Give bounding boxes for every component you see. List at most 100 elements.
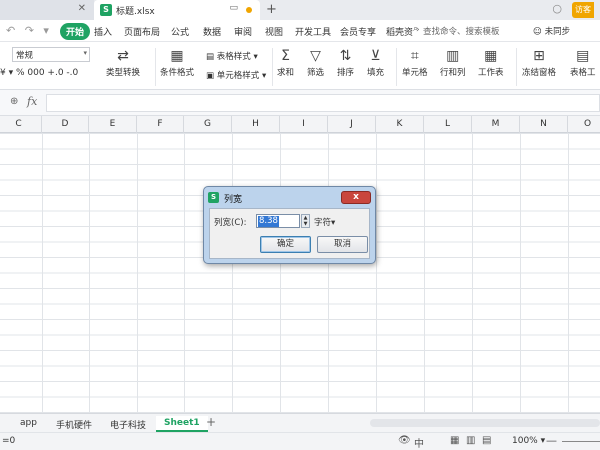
formula-bar: ⊕ fx xyxy=(0,90,600,116)
grid-line xyxy=(520,133,521,413)
column-header[interactable]: H xyxy=(232,116,280,133)
grid-line xyxy=(568,133,569,413)
column-header[interactable]: L xyxy=(424,116,472,133)
monitor-icon[interactable]: ▭ xyxy=(229,3,238,13)
convert-icon: ⇄ xyxy=(117,48,129,64)
unit-select[interactable]: 字符▾ xyxy=(314,216,335,228)
divider xyxy=(396,48,397,86)
grid-line xyxy=(184,133,185,413)
number-format-select[interactable]: 常规 ▾ xyxy=(12,47,90,62)
normal-view-icon[interactable]: ▦ xyxy=(450,435,459,446)
tab-page-layout[interactable]: 页面布局 xyxy=(124,25,160,38)
sum-button[interactable]: Σ 求和 xyxy=(277,48,294,78)
cell-grid[interactable] xyxy=(0,133,600,413)
table-tools-icon: ▤ xyxy=(576,48,590,64)
column-header[interactable]: E xyxy=(89,116,137,133)
close-button[interactable]: x xyxy=(341,191,371,204)
tab-developer[interactable]: 开发工具 xyxy=(295,25,331,38)
tab-formulas[interactable]: 公式 xyxy=(171,25,189,38)
close-tab-icon[interactable]: ✕ xyxy=(78,3,86,14)
sync-status[interactable]: ☺ 未同步 xyxy=(533,25,570,37)
sheet-tab[interactable]: app xyxy=(20,418,37,428)
zoom-out-button[interactable]: — xyxy=(546,434,557,447)
notification-icon[interactable]: ○ xyxy=(552,2,562,15)
search-icon: ⌕ xyxy=(413,24,419,34)
cell-button[interactable]: ⌗ 单元格 xyxy=(402,48,428,78)
column-header[interactable]: K xyxy=(376,116,424,133)
column-header[interactable]: C xyxy=(0,116,42,133)
column-header[interactable]: I xyxy=(280,116,328,133)
tab-view[interactable]: 视图 xyxy=(265,25,283,38)
grid-line xyxy=(280,133,281,413)
column-header[interactable]: J xyxy=(328,116,376,133)
grid-icon: ▦ xyxy=(170,48,184,64)
status-text: =0 xyxy=(2,436,16,446)
tab-data[interactable]: 数据 xyxy=(203,25,221,38)
row-col-button[interactable]: ▥ 行和列 xyxy=(440,48,466,78)
freeze-panes-button[interactable]: ⊞ 冻结窗格 xyxy=(522,48,556,78)
tab-review[interactable]: 审阅 xyxy=(234,25,252,38)
command-search[interactable]: ⌕ 查找命令、搜索模板 xyxy=(413,23,525,39)
column-width-input[interactable]: 8.38 xyxy=(256,214,300,228)
new-tab-button[interactable]: + xyxy=(266,2,277,17)
divider xyxy=(516,48,517,86)
fill-button[interactable]: ⊻ 填充 xyxy=(367,48,384,78)
worksheet-button[interactable]: ▦ 工作表 xyxy=(478,48,504,78)
cell-style-button[interactable]: ▣ 单元格样式 ▾ xyxy=(206,69,266,81)
worksheet-icon: ▦ xyxy=(484,48,498,64)
zoom-icon[interactable]: ⊕ xyxy=(10,96,18,107)
formula-input[interactable] xyxy=(46,94,600,112)
eye-protection-icon[interactable]: 👁 xyxy=(398,435,411,446)
ribbon-tab-row: ↶ ↷ ▾ 开始 插入 页面布局 公式 数据 审阅 视图 开发工具 会员专享 稻… xyxy=(0,20,600,42)
fx-icon[interactable]: fx xyxy=(27,95,37,108)
column-width-value: 8.38 xyxy=(258,216,279,227)
page-break-view-icon[interactable]: ▤ xyxy=(482,435,491,446)
tab-member[interactable]: 会员专享 xyxy=(340,25,376,38)
column-header[interactable]: N xyxy=(520,116,568,133)
type-convert-button[interactable]: ⇄ 类型转换 xyxy=(106,48,140,78)
chevron-down-icon: ▾ xyxy=(83,49,87,57)
dialog-title-bar[interactable]: S 列宽 x xyxy=(206,189,374,207)
sheet-tab[interactable]: 电子科技 xyxy=(110,418,146,431)
column-header[interactable]: D xyxy=(42,116,89,133)
active-file-tab[interactable]: S 标题.xlsx ▭ xyxy=(94,0,260,20)
grid-line xyxy=(376,133,377,413)
column-header[interactable]: O xyxy=(568,116,600,133)
spinner-button[interactable]: ▲ ▼ xyxy=(301,214,310,228)
column-header[interactable]: F xyxy=(137,116,184,133)
column-header[interactable]: M xyxy=(472,116,520,133)
input-method-icon[interactable]: 中 xyxy=(414,435,424,450)
column-header[interactable]: G xyxy=(184,116,232,133)
filter-button[interactable]: ▽ 筛选 xyxy=(307,48,324,78)
sort-button[interactable]: ⇅ 排序 xyxy=(337,48,354,78)
cell-style-icon: ▣ xyxy=(206,71,215,81)
undo-redo-icons[interactable]: ↶ ↷ ▾ xyxy=(6,24,52,37)
ok-button[interactable]: 确定 xyxy=(260,236,311,253)
tab-home[interactable]: 开始 xyxy=(60,23,91,40)
status-bar: =0 👁 中 ▦ ▥ ▤ 100% ▾ — xyxy=(0,432,600,450)
divider xyxy=(155,48,156,86)
table-tools-button[interactable]: ▤ 表格工 xyxy=(570,48,596,78)
table-style-button[interactable]: ▤ 表格样式 ▾ xyxy=(206,50,258,62)
zoom-level[interactable]: 100% ▾ xyxy=(512,436,545,446)
cancel-button[interactable]: 取消 xyxy=(317,236,368,253)
spreadsheet-file-icon: S xyxy=(100,4,112,16)
tab-docer[interactable]: 稻壳资 xyxy=(386,25,413,38)
sheet-tab-active[interactable]: Sheet1 xyxy=(156,416,208,432)
conditional-format-button[interactable]: ▦ 条件格式 xyxy=(160,48,194,78)
zoom-slider[interactable] xyxy=(562,441,600,442)
horizontal-scrollbar[interactable] xyxy=(370,419,600,427)
previous-tab[interactable]: ✕ xyxy=(0,0,94,20)
table-style-icon: ▤ xyxy=(206,52,215,62)
number-format-buttons[interactable]: ¥ ▾ % 000 +.0 -.0 xyxy=(0,68,78,78)
grid-line xyxy=(89,133,90,413)
dialog-body: 列宽(C): 8.38 ▲ ▼ 字符▾ 确定 取消 xyxy=(209,208,370,259)
page-layout-view-icon[interactable]: ▥ xyxy=(466,435,475,446)
sheet-tab[interactable]: 手机硬件 xyxy=(56,418,92,431)
sync-icon: ☺ xyxy=(533,27,542,37)
add-sheet-button[interactable]: + xyxy=(206,415,216,429)
tab-insert[interactable]: 插入 xyxy=(94,25,112,38)
grid-line xyxy=(232,133,233,413)
login-button[interactable]: 访客 xyxy=(572,2,594,18)
grid-line xyxy=(42,133,43,413)
